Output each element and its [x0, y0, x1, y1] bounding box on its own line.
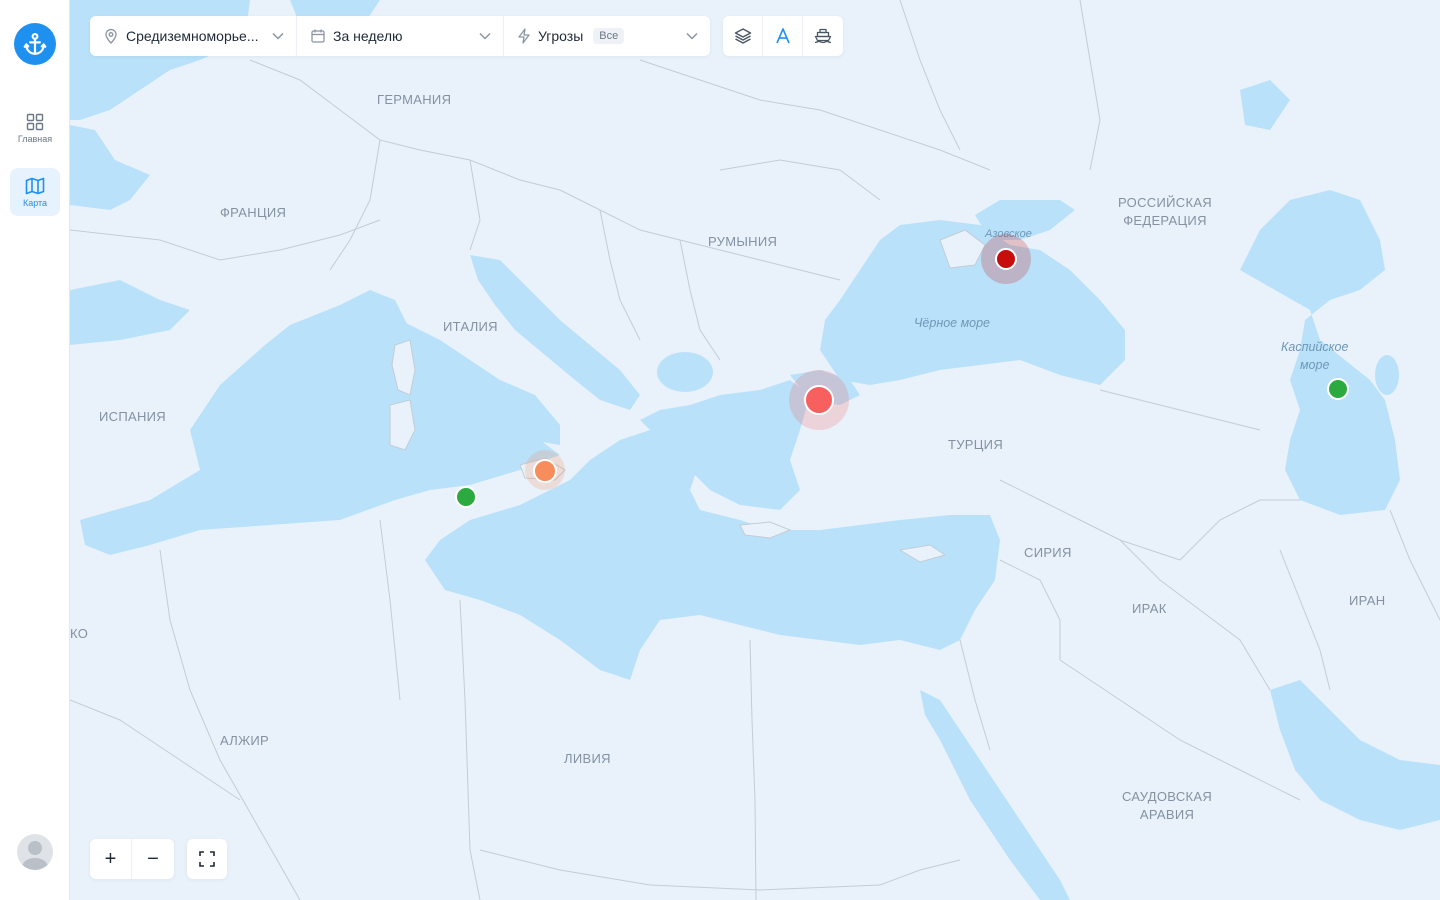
threat-marker-critical[interactable]: [995, 248, 1017, 270]
region-select[interactable]: Средиземноморье...: [90, 16, 297, 56]
country-label: ТУРЦИЯ: [948, 437, 1004, 452]
region-value: Средиземноморье...: [126, 28, 259, 44]
sidebar-item-label: Карта: [22, 197, 48, 208]
country-label: САУДОВСКАЯ АРАВИЯ: [1122, 789, 1213, 822]
text-label-icon: [775, 28, 790, 44]
country-label: РУМЫНИЯ: [708, 234, 778, 249]
vessels-button[interactable]: [803, 16, 843, 56]
country-label: ИРАН: [1349, 593, 1386, 608]
threat-marker-low[interactable]: [455, 486, 477, 508]
calendar-icon: [311, 29, 325, 43]
country-label: ИТАЛИЯ: [443, 319, 498, 334]
zoom-out-button[interactable]: −: [132, 839, 174, 879]
country-label: ФРАНЦИЯ: [220, 205, 287, 220]
sea-label: Каспийское море: [1281, 340, 1349, 372]
zoom-in-button[interactable]: +: [90, 839, 132, 879]
ship-icon: [814, 28, 832, 44]
sea-label: Чёрное море: [914, 316, 991, 330]
period-select[interactable]: За неделю: [297, 16, 504, 56]
sidebar-item-label: Главная: [17, 133, 53, 144]
sidebar-item-map[interactable]: Карта: [10, 168, 60, 216]
country-label: АЛЖИР: [220, 733, 270, 748]
zoom-controls: + −: [90, 839, 174, 879]
labels-toggle-button[interactable]: [763, 16, 803, 56]
threat-marker-high[interactable]: [804, 385, 834, 415]
filter-toolbar: Средиземноморье... За неделю Угрозы Все: [90, 16, 710, 56]
country-label: СИРИЯ: [1024, 545, 1072, 560]
map-tools: [723, 16, 843, 56]
country-label: КО: [70, 626, 89, 641]
threats-select[interactable]: Угрозы Все: [504, 16, 710, 56]
grid-icon: [26, 113, 44, 130]
map-canvas[interactable]: ГЕРМАНИЯ ФРАНЦИЯ ИТАЛИЯ ИСПАНИЯ РУМЫНИЯ …: [70, 0, 1440, 900]
fullscreen-icon: [199, 851, 215, 867]
threat-marker-low[interactable]: [1327, 378, 1349, 400]
country-label: ГЕРМАНИЯ: [377, 92, 452, 107]
chevron-down-icon: [686, 32, 698, 40]
sidebar: Главная Карта: [0, 0, 70, 900]
country-label: ИРАК: [1132, 601, 1167, 616]
map-icon: [25, 177, 45, 194]
map-geometry: [70, 0, 1440, 900]
period-value: За неделю: [333, 28, 403, 44]
lightning-icon: [518, 28, 530, 44]
location-pin-icon: [104, 28, 118, 44]
sidebar-item-home[interactable]: Главная: [10, 104, 60, 152]
user-avatar[interactable]: [17, 834, 53, 870]
country-label: ЛИВИЯ: [564, 751, 611, 766]
layers-icon: [734, 28, 751, 44]
chevron-down-icon: [272, 32, 284, 40]
threats-badge: Все: [593, 28, 625, 44]
country-label: ИСПАНИЯ: [99, 409, 166, 424]
chevron-down-icon: [479, 32, 491, 40]
anchor-logo-icon[interactable]: [14, 23, 56, 65]
layers-button[interactable]: [723, 16, 763, 56]
threat-marker-medium[interactable]: [533, 459, 557, 483]
threats-label: Угрозы: [538, 28, 584, 44]
country-label: РОССИЙСКАЯ ФЕДЕРАЦИЯ: [1118, 195, 1212, 228]
fullscreen-button[interactable]: [187, 839, 227, 879]
